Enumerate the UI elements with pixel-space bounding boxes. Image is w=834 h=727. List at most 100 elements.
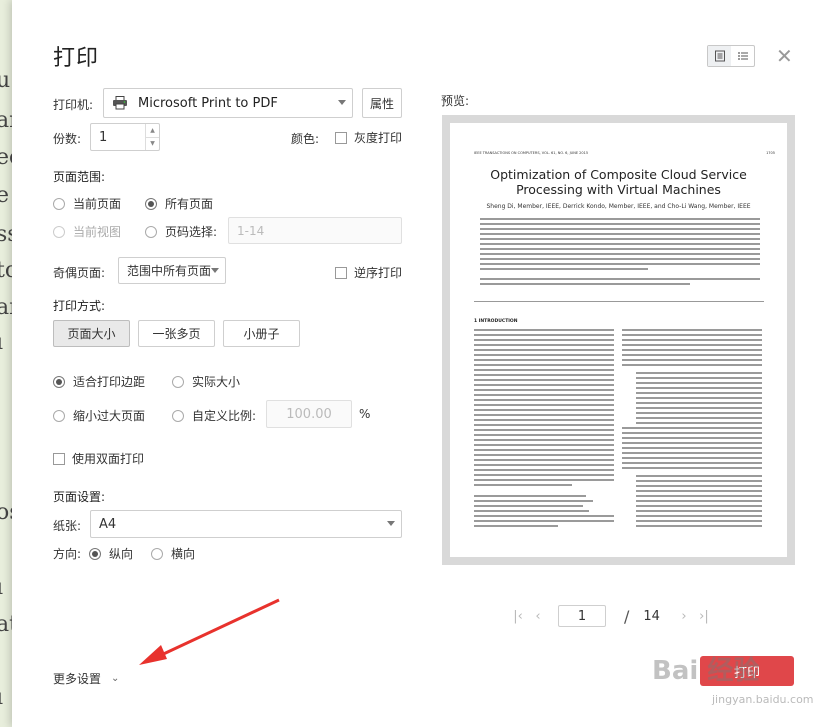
page-number: 1705 [766,151,775,155]
grayscale-checkbox[interactable]: 灰度打印 [335,129,402,146]
paper-label: 纸张: [53,519,82,533]
radio-dot [145,225,157,238]
radio-dot [53,197,65,210]
prev-page-icon[interactable]: ‹ [528,609,548,624]
copies-label: 份数: [53,132,82,146]
checkbox-box [53,452,65,465]
radio-dot [53,225,65,238]
page-range-input[interactable]: 1-14 [228,217,402,244]
section-heading: 1 INTRODUCTION [474,319,518,324]
decrement-icon[interactable]: ▼ [146,138,159,151]
paper-abstract [480,218,760,288]
radio-dot [172,409,184,422]
preview-page: IEEE TRANSACTIONS ON COMPUTERS, VOL. 61,… [450,123,787,557]
landscape-radio[interactable]: 横向 [151,545,195,562]
radio-label: 当前视图 [73,225,122,239]
paper-title: Optimization of Composite Cloud Service … [450,167,787,197]
color-label: 颜色: [291,132,320,146]
radio-label: 实际大小 [192,375,241,389]
preview-area: IEEE TRANSACTIONS ON COMPUTERS, VOL. 61,… [442,115,795,565]
paper-value: A4 [99,516,117,532]
close-icon[interactable]: ✕ [776,44,793,68]
duplex-label: 使用双面打印 [72,452,145,466]
radio-label: 自定义比例: [192,409,257,423]
reverse-print-checkbox[interactable]: 逆序打印 [335,264,402,281]
view-toggle [707,45,755,67]
radio-dot [172,375,184,388]
single-page-view-icon[interactable] [708,46,731,66]
portrait-radio[interactable]: 纵向 [89,545,133,562]
page-separator: / [624,606,630,626]
shrink-oversize-radio[interactable]: 缩小过大页面 [53,407,145,424]
fit-margin-radio[interactable]: 适合打印边距 [53,373,145,390]
grayscale-label: 灰度打印 [354,131,403,145]
current-page-radio[interactable]: 当前页面 [53,195,121,212]
odd-even-label: 奇偶页面: [53,266,106,280]
annotation-arrow [139,598,280,665]
custom-scale-value: 100.00 [286,406,332,422]
print-mode-title: 打印方式: [53,299,106,313]
watermark-url: jingyan.baidu.com [712,693,814,706]
page-range-title: 页面范围: [53,170,106,184]
increment-icon[interactable]: ▲ [146,124,159,138]
watermark-logo: Bai 经验 [652,656,760,686]
checkbox-box [335,266,347,279]
printer-label: 打印机: [53,98,94,112]
page-setup-title: 页面设置: [53,490,106,504]
custom-scale-radio[interactable]: 自定义比例: [172,407,256,424]
divider [474,301,764,302]
copies-stepper[interactable]: 1 ▲ ▼ [90,123,160,151]
printer-select[interactable]: Microsoft Print to PDF [103,88,353,118]
paper-authors: Sheng Di, Member, IEEE, Derrick Kondo, M… [486,203,751,210]
page-navigator: |‹ ‹ 1 / 14 › ›| [508,605,714,627]
current-view-radio[interactable]: 当前视图 [53,223,121,240]
bg-text: ı [0,575,3,600]
chevron-down-icon: ⌄ [111,673,120,684]
page-header: IEEE TRANSACTIONS ON COMPUTERS, VOL. 61,… [474,151,589,155]
bg-text: ı [0,330,3,355]
properties-button[interactable]: 属性 [362,88,402,118]
bg-text: ı [0,685,3,710]
chevron-down-icon [338,100,346,105]
actual-size-radio[interactable]: 实际大小 [172,373,240,390]
chevron-down-icon [211,267,219,273]
radio-label: 纵向 [109,547,134,561]
tab-booklet[interactable]: 小册子 [223,320,300,347]
radio-dot [151,547,163,560]
dialog-title: 打印 [53,46,100,71]
radio-label: 缩小过大页面 [73,409,146,423]
odd-even-select[interactable]: 范围中所有页面 [118,257,226,284]
more-settings-link[interactable]: 更多设置 ⌄ [53,670,119,687]
tab-multiple-pages[interactable]: 一张多页 [138,320,215,347]
orientation-label: 方向: [53,547,82,561]
bg-text: e [0,183,10,208]
percent-label: % [359,407,371,421]
radio-dot [53,409,65,422]
copies-value: 1 [99,129,108,145]
all-pages-radio[interactable]: 所有页面 [145,195,213,212]
printer-name: Microsoft Print to PDF [138,95,278,111]
first-page-icon[interactable]: |‹ [508,609,528,624]
reverse-print-label: 逆序打印 [354,266,403,280]
next-page-icon[interactable]: › [674,609,694,624]
page-select-radio[interactable]: 页码选择: [145,223,217,240]
paper-select[interactable]: A4 [90,510,402,538]
current-page-input[interactable]: 1 [558,605,606,627]
radio-label: 适合打印边距 [73,375,146,389]
radio-label: 横向 [171,547,196,561]
radio-dot [145,197,157,210]
tab-page-size[interactable]: 页面大小 [53,320,130,347]
duplex-checkbox[interactable]: 使用双面打印 [53,450,144,467]
text-column-right [622,329,762,530]
more-settings-label: 更多设置 [53,672,102,686]
custom-scale-input[interactable]: 100.00 [266,400,352,428]
radio-label: 所有页面 [165,197,214,211]
checkbox-box [335,131,347,144]
odd-even-value: 范围中所有页面 [127,264,212,278]
paper-title-line: Processing with Virtual Machines [516,182,721,197]
printer-icon [112,96,128,110]
last-page-icon[interactable]: ›| [694,609,714,624]
chevron-down-icon [387,521,395,526]
radio-label: 页码选择: [165,225,218,239]
list-view-icon[interactable] [731,46,754,66]
